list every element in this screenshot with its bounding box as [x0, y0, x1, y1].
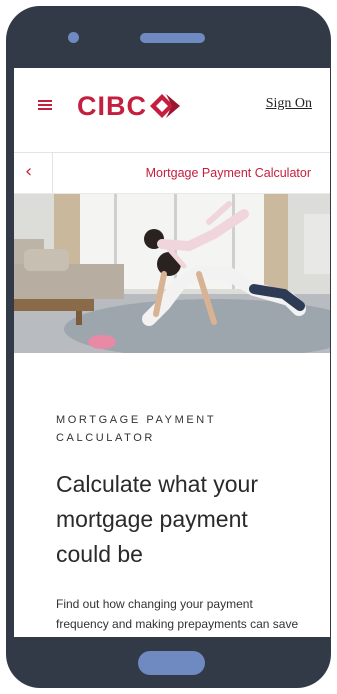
page-headline: Calculate what your mortgage payment cou… — [56, 471, 258, 567]
cibc-logo[interactable]: CIBC — [77, 91, 182, 121]
back-button[interactable]: ‹ — [14, 153, 53, 193]
menu-icon[interactable] — [38, 100, 52, 110]
page-title: Mortgage Payment Calculator — [145, 166, 311, 180]
intro-paragraph: Find out how changing your payment frequ… — [56, 597, 299, 631]
hero-image — [14, 194, 330, 353]
page-subnav: ‹ Mortgage Payment Calculator — [14, 153, 330, 194]
camera-icon — [68, 32, 79, 43]
sign-on-link[interactable]: Sign On — [266, 96, 312, 112]
logo-text: CIBC — [77, 91, 147, 121]
section-eyebrow: MORTGAGE PAYMENT CALCULATOR — [56, 414, 216, 444]
speaker-grille — [140, 33, 205, 43]
screen: CIBC Sign On ‹ Mortgage Payment Calculat… — [14, 68, 330, 637]
home-button[interactable] — [138, 651, 205, 675]
cibc-logo-icon — [150, 94, 180, 118]
device-frame: CIBC Sign On ‹ Mortgage Payment Calculat… — [6, 6, 331, 688]
site-header: CIBC Sign On — [14, 68, 330, 153]
intro-section: MORTGAGE PAYMENT CALCULATOR Calculate wh… — [56, 411, 306, 637]
back-chevron-icon: ‹ — [25, 161, 33, 182]
